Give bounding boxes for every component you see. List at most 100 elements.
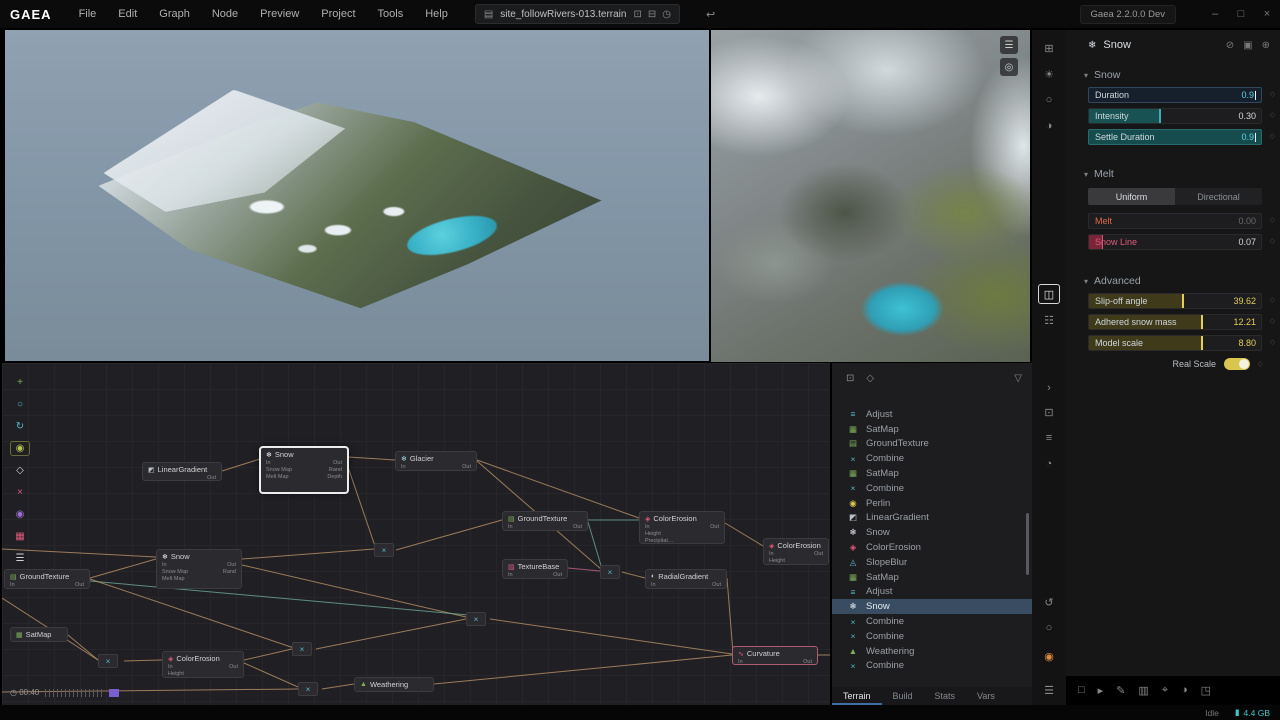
slider-intensity[interactable]: Intensity0.30 <box>1088 108 1262 124</box>
refresh-icon[interactable]: ↺ <box>1038 592 1060 612</box>
list-item-adjust[interactable]: ≡Adjust <box>832 407 1032 422</box>
pen-icon[interactable]: ✎ <box>1116 684 1125 697</box>
menu-project[interactable]: Project <box>310 0 366 28</box>
port-out[interactable]: Out <box>712 582 721 589</box>
viewport-3d[interactable] <box>5 30 709 361</box>
copy-icon[interactable]: ⊡ <box>1038 402 1060 422</box>
erase-tool-icon[interactable]: × <box>10 485 30 500</box>
float-icon[interactable]: ▣ <box>1243 40 1252 51</box>
pin-icon[interactable]: ⊕ <box>1262 40 1270 51</box>
menu-node[interactable]: Node <box>201 0 249 28</box>
graph-node-combine[interactable]: × <box>98 654 118 668</box>
tab-terrain[interactable]: Terrain <box>832 687 882 705</box>
menu-icon[interactable]: ☰ <box>1038 680 1060 700</box>
list-item-combine[interactable]: ×Combine <box>832 614 1032 629</box>
link-icon[interactable]: ⊘ <box>1226 40 1234 51</box>
copy-icon[interactable]: ⊡ <box>633 9 641 20</box>
list-item-slopeblur[interactable]: ◬SlopeBlur <box>832 555 1032 570</box>
target-icon[interactable]: ⌖ <box>1162 684 1168 697</box>
port-in[interactable]: In <box>401 464 406 471</box>
rotate-tool-icon[interactable]: ↻ <box>10 419 30 434</box>
list-item-combine[interactable]: ×Combine <box>832 451 1032 466</box>
slider-snow-line[interactable]: Snow Line0.07 <box>1088 234 1262 250</box>
graph-node-combine[interactable]: × <box>292 642 312 656</box>
port-out[interactable]: Out <box>803 659 812 665</box>
sun-icon[interactable]: ☀ <box>1038 64 1060 84</box>
filter-icon[interactable]: ▽ <box>1014 373 1022 384</box>
port-out[interactable]: Rand <box>329 467 342 474</box>
real-scale-toggle[interactable] <box>1224 358 1250 370</box>
timeline-ruler[interactable] <box>45 689 103 697</box>
undo-button[interactable]: ↩ <box>706 8 715 21</box>
section-snow[interactable]: ▾ Snow <box>1066 60 1280 87</box>
port-out[interactable]: Out <box>333 460 342 467</box>
port-in[interactable]: Melt Map <box>162 576 185 583</box>
orb-tool-icon[interactable]: ◉ <box>10 507 30 522</box>
tab-vars[interactable]: Vars <box>966 687 1006 705</box>
port-in[interactable]: Melt Map <box>266 474 289 481</box>
port-out[interactable]: Out <box>814 551 823 558</box>
tab-stats[interactable]: Stats <box>924 687 967 705</box>
menu-edit[interactable]: Edit <box>107 0 148 28</box>
viewport-menu-icon[interactable]: ☰ <box>1000 36 1018 54</box>
slider-slip-off-angle[interactable]: Slip-off angle39.62 <box>1088 293 1262 309</box>
move-tool-icon[interactable]: + <box>10 375 30 390</box>
section-advanced[interactable]: ▾ Advanced <box>1066 266 1280 293</box>
list-item-combine[interactable]: ×Combine <box>832 481 1032 496</box>
port-in[interactable]: In <box>10 582 15 589</box>
port-in[interactable]: Snow Map <box>266 467 292 474</box>
graph-node-lineargradient[interactable]: ◩LinearGradientOut <box>142 462 222 481</box>
graph-node-groundtexture[interactable]: ▤GroundTextureInOut <box>502 511 588 531</box>
port-in[interactable]: In <box>168 664 173 671</box>
graph-node-weathering[interactable]: ▲Weathering <box>354 677 434 692</box>
port-in[interactable]: Height <box>168 671 184 678</box>
list-item-lineargradient[interactable]: ◩LinearGradient <box>832 511 1032 526</box>
port-out[interactable]: Rand <box>223 569 236 576</box>
menu-tools[interactable]: Tools <box>367 0 415 28</box>
port-out[interactable]: Out <box>229 664 238 671</box>
graph-node-satmap[interactable]: ▦SatMap <box>10 627 68 642</box>
graph-node-radialgradient[interactable]: ◐RadialGradientInOut <box>645 569 727 589</box>
bypass-icon[interactable]: ◇ <box>866 373 874 384</box>
port-in[interactable]: Height <box>645 531 661 538</box>
list-item-groundtexture[interactable]: ▤GroundTexture <box>832 437 1032 452</box>
grid-tool-icon[interactable]: ▦ <box>10 529 30 544</box>
port-in[interactable]: Height <box>769 558 785 565</box>
chart-icon[interactable]: ▥ <box>1138 684 1148 697</box>
export-icon[interactable]: ⊟ <box>648 9 656 20</box>
timeline-marker[interactable] <box>109 689 119 697</box>
viewport-2d[interactable]: ☰◎ <box>711 30 1030 362</box>
graph-node-curvature[interactable]: ∿CurvatureInOut <box>732 646 818 665</box>
split-view-icon[interactable]: ◫ <box>1038 284 1060 304</box>
list-item-satmap[interactable]: ▦SatMap <box>832 422 1032 437</box>
list-item-colorerosion[interactable]: ◈ColorErosion <box>832 540 1032 555</box>
minimize-button[interactable]: – <box>1202 0 1228 28</box>
droplet-icon[interactable]: ◔ <box>1038 454 1060 474</box>
port-in[interactable]: Precipitat… <box>645 538 673 544</box>
node-graph[interactable]: +○↻◉◇×◉▦☰ ◩LinearGradientOut❄SnowInOutSn… <box>2 363 830 705</box>
select-tool-icon[interactable]: ○ <box>10 397 30 412</box>
contrast-icon[interactable]: ◑ <box>1181 684 1188 696</box>
graph-node-colorerosion[interactable]: ◈ColorErosionInOutHeight <box>763 538 829 565</box>
panel-toggle-icon[interactable]: ⊞ <box>1038 38 1060 58</box>
graph-node-combine[interactable]: × <box>374 543 394 557</box>
slider-adhered-snow-mass[interactable]: Adhered snow mass12.21 <box>1088 314 1262 330</box>
port-in[interactable]: In <box>769 551 774 558</box>
port-out[interactable]: Out <box>207 475 216 481</box>
list-item-combine[interactable]: ×Combine <box>832 659 1032 674</box>
node-list-scrollbar[interactable] <box>1026 513 1029 575</box>
menu-preview[interactable]: Preview <box>249 0 310 28</box>
port-in[interactable]: Snow Map <box>162 569 188 576</box>
sphere-icon[interactable]: ◑ <box>1038 116 1060 136</box>
list-item-snow[interactable]: ❄Snow <box>832 599 1032 614</box>
port-out[interactable]: Depth <box>327 474 342 481</box>
menu-graph[interactable]: Graph <box>148 0 201 28</box>
expand-icon[interactable]: ◳ <box>1201 684 1211 697</box>
port-in[interactable]: In <box>508 524 513 531</box>
graph-node-texturebase[interactable]: ▨TextureBaseInOut <box>502 559 568 579</box>
slider-model-scale[interactable]: Model scale8.80 <box>1088 335 1262 351</box>
port-out[interactable]: Out <box>553 572 562 579</box>
terrain-tool-icon[interactable]: ◉ <box>10 441 30 456</box>
list-item-snow[interactable]: ❄Snow <box>832 525 1032 540</box>
graph-node-groundtexture[interactable]: ▤GroundTextureInOut <box>4 569 90 589</box>
